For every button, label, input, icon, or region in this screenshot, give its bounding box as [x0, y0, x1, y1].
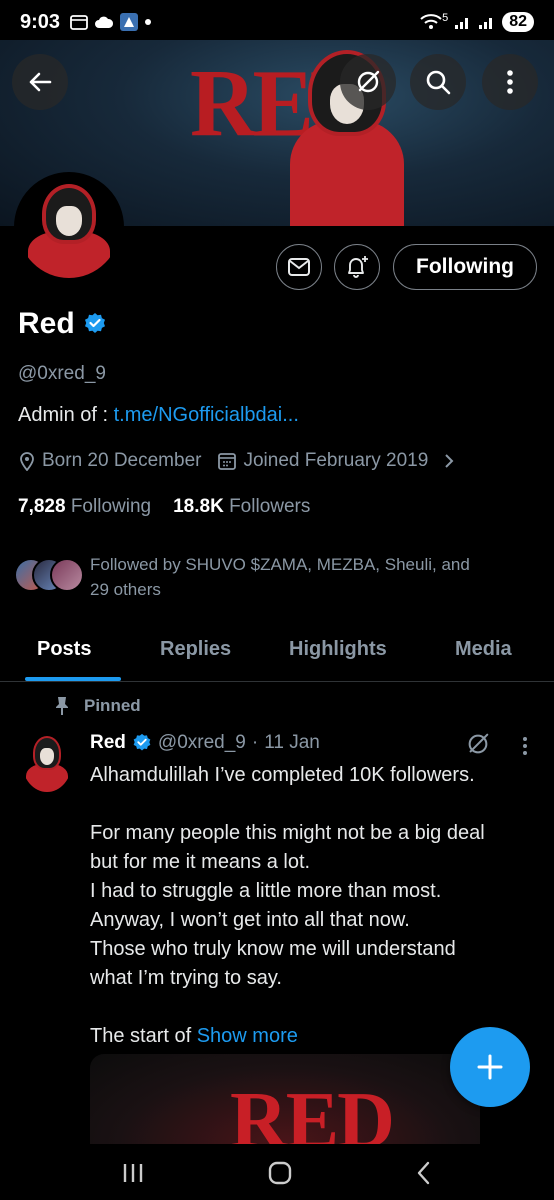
- post-media[interactable]: RED: [90, 1054, 480, 1144]
- recent-apps-icon[interactable]: [120, 1161, 146, 1185]
- followers-stat[interactable]: 18.8K Followers: [173, 496, 310, 518]
- following-count: 7,828: [18, 496, 66, 517]
- post-author-name[interactable]: Red: [90, 732, 126, 754]
- verified-badge-icon[interactable]: [83, 312, 107, 336]
- born-date: Born 20 December: [42, 450, 202, 471]
- arrow-left-icon: [29, 72, 52, 92]
- tab-media[interactable]: Media: [455, 638, 512, 661]
- signal-icon-2: [479, 18, 493, 29]
- followed-by-line2: 29 others: [90, 580, 161, 599]
- tab-replies[interactable]: Replies: [160, 638, 231, 661]
- followed-by-line1: Followed by SHUVO $ZAMA, MEZBA, Sheuli, …: [90, 555, 470, 574]
- post-line: [90, 790, 530, 819]
- pinned-indicator: Pinned: [54, 696, 141, 716]
- post-author-handle[interactable]: @0xred_9: [158, 732, 246, 754]
- post-more-icon[interactable]: [521, 735, 529, 757]
- more-vertical-icon: [507, 70, 513, 94]
- following-button[interactable]: Following: [393, 244, 537, 290]
- tab-highlights[interactable]: Highlights: [289, 638, 387, 661]
- joined-date: Joined February 2019: [243, 450, 429, 471]
- profile-handle: @0xred_9: [18, 363, 106, 384]
- bio-prefix: Admin of :: [18, 404, 114, 426]
- profile-tabs: Posts Replies Highlights Media: [0, 628, 554, 682]
- search-icon: [426, 70, 451, 95]
- pin-icon: [56, 697, 68, 715]
- calendar-notification-icon: [70, 15, 88, 30]
- active-tab-indicator: [25, 677, 121, 681]
- following-label: Following: [70, 496, 152, 517]
- profile-name-row: Red: [18, 307, 107, 341]
- battery-indicator: 82: [502, 12, 534, 32]
- post-line: Those who truly know me will understand: [90, 938, 456, 960]
- grok-icon: [357, 70, 380, 93]
- profile-meta: Born 20 December Joined February 2019: [18, 450, 456, 472]
- cloud-icon: [95, 16, 114, 28]
- profile-name: Red: [18, 307, 75, 340]
- post-text[interactable]: Alhamdulillah I’ve completed 10K followe…: [90, 761, 530, 1051]
- wifi-icon: [420, 14, 442, 29]
- chevron-right-icon[interactable]: [442, 452, 456, 470]
- follow-stats: 7,828 Following 18.8K Followers: [18, 496, 310, 518]
- followers-label: Followers: [229, 496, 311, 517]
- status-time: 9:03: [20, 10, 61, 33]
- show-more-link[interactable]: Show more: [197, 1025, 298, 1047]
- bio-link[interactable]: t.me/NGofficialbdai...: [114, 404, 299, 426]
- post-last-line-prefix: The start of: [90, 1025, 197, 1047]
- message-button[interactable]: [276, 244, 322, 290]
- followed-by-text: Followed by SHUVO $ZAMA, MEZBA, Sheuli, …: [90, 552, 470, 602]
- post-date[interactable]: 11 Jan: [264, 732, 320, 754]
- avatar-hooded-figure: [18, 176, 120, 278]
- post-separator: ·: [251, 732, 259, 753]
- profile-bio: Admin of : t.me/NGofficialbdai...: [18, 404, 299, 427]
- grok-icon[interactable]: [465, 731, 491, 757]
- tab-posts[interactable]: Posts: [37, 638, 91, 661]
- envelope-icon: [288, 258, 310, 276]
- system-nav-bar: [0, 1146, 554, 1200]
- location-icon: [20, 452, 34, 471]
- bell-plus-icon: [348, 256, 368, 278]
- followed-by-row[interactable]: Followed by SHUVO $ZAMA, MEZBA, Sheuli, …: [14, 552, 534, 602]
- signal-icon: [455, 18, 469, 29]
- pinned-label: Pinned: [84, 696, 141, 715]
- search-button[interactable]: [410, 54, 466, 110]
- post-line: For many people this might not be a big …: [90, 822, 485, 844]
- home-icon[interactable]: [267, 1160, 293, 1186]
- post-line: but for me it means a lot.: [90, 851, 311, 873]
- post-author-avatar[interactable]: [22, 732, 72, 792]
- profile-avatar[interactable]: [14, 172, 124, 282]
- follower-avatar: [50, 558, 84, 592]
- follower-avatars: [14, 556, 86, 596]
- post-line: Anyway, I won’t get into all that now.: [90, 909, 410, 931]
- back-button[interactable]: [12, 54, 68, 110]
- status-bar: 9:03 5 82: [0, 0, 554, 44]
- post-line: [90, 993, 530, 1022]
- post-line: Alhamdulillah I’ve completed 10K followe…: [90, 764, 475, 786]
- plus-icon: [477, 1054, 503, 1080]
- grok-button[interactable]: [340, 54, 396, 110]
- post-line: what I’m trying to say.: [90, 967, 282, 989]
- following-stat[interactable]: 7,828 Following: [18, 496, 151, 518]
- post-media-text: RED: [230, 1077, 395, 1144]
- more-options-button[interactable]: [482, 54, 538, 110]
- followers-count: 18.8K: [173, 496, 224, 517]
- calendar-icon: [218, 453, 237, 470]
- network-badge: 5: [442, 12, 449, 24]
- post-line: I had to struggle a little more than mos…: [90, 880, 442, 902]
- notifications-button[interactable]: [334, 244, 380, 290]
- verified-badge-icon: [133, 733, 151, 751]
- app-notification-icon: [120, 13, 139, 31]
- dot-icon: [145, 19, 152, 25]
- compose-button[interactable]: [450, 1027, 530, 1107]
- back-nav-icon[interactable]: [414, 1160, 434, 1186]
- post-header: Red @0xred_9 · 11 Jan: [90, 732, 320, 754]
- post-avatar-figure: [22, 732, 72, 792]
